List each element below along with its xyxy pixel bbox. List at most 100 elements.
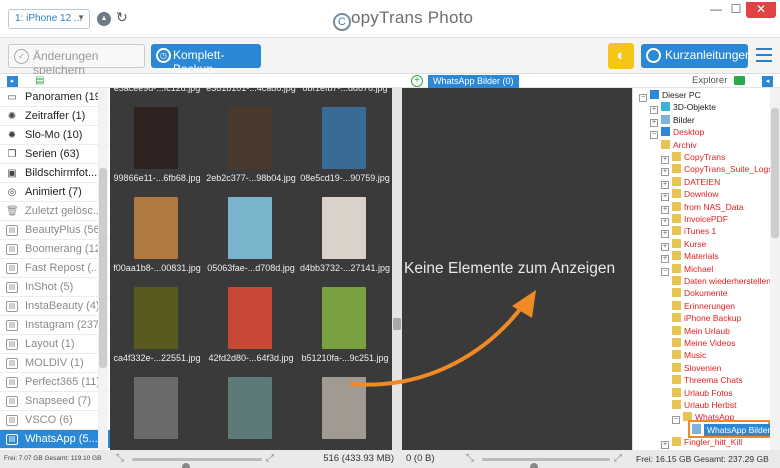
sidebar-item-album[interactable]: ▤ WhatsApp (5... — [0, 430, 110, 449]
sidebar-item-album[interactable]: ▤ InShot (5) — [0, 278, 110, 297]
tree-item[interactable]: + Bilder — [650, 114, 695, 127]
photo-thumbnail[interactable] — [228, 287, 272, 349]
folder-icon[interactable] — [734, 76, 745, 85]
photo-thumbnail[interactable] — [322, 107, 366, 169]
sidebar-item-album[interactable]: ❐ Serien (63) — [0, 145, 110, 164]
photo-tile[interactable] — [298, 373, 392, 450]
tree-item[interactable]: + Kurse — [661, 238, 706, 251]
collapse-left-icon[interactable]: ▸ — [7, 76, 18, 87]
sidebar-item-album[interactable]: ▤ Snapseed (7) — [0, 392, 110, 411]
photo-tile[interactable]: 2eb2c377-...98b04.jpg — [204, 103, 298, 193]
tree-item[interactable]: Archiv — [661, 139, 697, 151]
photo-thumbnail[interactable] — [322, 197, 366, 259]
lightbulb-button[interactable]: ◐ — [608, 43, 634, 69]
photo-tile[interactable] — [110, 373, 204, 450]
photo-tile[interactable]: 8bf1efb7-...dd676.jpg — [298, 88, 392, 103]
scrollbar-thumb[interactable] — [771, 108, 779, 238]
photo-thumbnail[interactable] — [134, 107, 178, 169]
slider-knob[interactable] — [530, 463, 538, 468]
shrink-icon[interactable]: ⤡ — [466, 453, 474, 464]
tree-item[interactable]: Threema Chats — [672, 374, 743, 386]
expand-icon[interactable]: + — [661, 441, 669, 450]
photo-thumbnail[interactable] — [322, 287, 366, 349]
photo-tile[interactable]: 08e5cd19-...90759.jpg — [298, 103, 392, 193]
sidebar-item-album[interactable]: ▤ InstaBeauty (4) — [0, 297, 110, 316]
tree-item[interactable]: + Materials — [661, 250, 718, 264]
sidebar-item-album[interactable]: ✺ Zeitraffer (1) — [0, 107, 110, 126]
refresh-icon[interactable]: ↻ — [116, 9, 128, 26]
tree-item[interactable]: + Downlow — [661, 188, 719, 202]
sidebar-item-album[interactable]: ▤ Layout (1) — [0, 335, 110, 354]
tree-item[interactable]: Urlaub Fotos — [672, 387, 733, 399]
minimize-button[interactable]: — — [706, 2, 726, 18]
device-selector[interactable]: 1: iPhone 12 ... ▼ — [8, 9, 90, 29]
tree-item[interactable]: Daten wiederherstellen — [672, 275, 771, 287]
tree-item[interactable]: + InvoicePDF — [661, 213, 728, 226]
sidebar-item-album[interactable]: ▭ Panoramen (19) — [0, 88, 110, 107]
tree-item[interactable]: +3D-Objekte — [650, 101, 716, 115]
sidebar-item-album[interactable]: ▤ Fast Repost (... — [0, 259, 110, 278]
photo-tile[interactable]: d4bb3732-...27141.jpg — [298, 193, 392, 283]
tree-item[interactable]: − Michael — [661, 263, 713, 276]
sidebar-item-album[interactable]: ▤ BeautyPlus (56) — [0, 221, 110, 240]
collapse-icon[interactable]: − — [650, 131, 658, 140]
collapse-right-icon[interactable]: ◂ — [762, 76, 773, 87]
photo-tile[interactable]: 99866e11-...6fb68.jpg — [110, 103, 204, 193]
photo-thumbnail[interactable] — [228, 107, 272, 169]
tree-item[interactable]: + CopyTrans — [661, 151, 725, 164]
tree-item[interactable]: Music — [672, 349, 706, 361]
photo-tile[interactable]: ca4f332e-...22551.jpg — [110, 283, 204, 373]
thumbnail-size-slider[interactable] — [132, 458, 262, 468]
tree-item[interactable]: + iTunes 1 — [661, 225, 716, 239]
sidebar-item-album[interactable]: ✹ Slo-Mo (10) — [0, 126, 110, 145]
tree-item[interactable]: + DATEIEN — [661, 176, 720, 189]
album-list-scrollbar[interactable] — [98, 88, 108, 450]
add-icon[interactable]: + — [411, 75, 423, 87]
collapse-icon[interactable]: − — [672, 416, 680, 425]
shrink-icon[interactable]: ⤡ — [116, 453, 124, 464]
photo-thumbnail[interactable] — [134, 287, 178, 349]
tab-whatsapp-bilder[interactable]: WhatsApp Bilder (0) — [428, 75, 519, 88]
tree-item[interactable]: Dokumente — [672, 287, 727, 299]
thumbnail-size-slider[interactable] — [482, 458, 610, 468]
expand-icon[interactable]: ⤢ — [266, 453, 274, 464]
expand-icon[interactable]: ⤢ — [614, 453, 622, 464]
photo-thumbnail[interactable] — [322, 377, 366, 439]
hamburger-menu-icon[interactable] — [756, 48, 772, 64]
photo-tile[interactable]: 42fd2d80-...64f3d.jpg — [204, 283, 298, 373]
photo-tile[interactable]: b51210fa-...9c251.jpg — [298, 283, 392, 373]
photo-thumbnail[interactable] — [228, 377, 272, 439]
photo-thumbnail[interactable] — [134, 197, 178, 259]
photo-tile[interactable]: 05063fae-...d708d.jpg — [204, 193, 298, 283]
collapse-icon[interactable]: − — [639, 94, 647, 102]
sidebar-item-album[interactable]: ▣ Bildschirmfot... — [0, 164, 110, 183]
tree-item-whatsapp-bilder[interactable]: WhatsApp Bilder — [688, 420, 774, 438]
sidebar-item-album[interactable]: ▤ Perfect365 (11) — [0, 373, 110, 392]
tree-item[interactable]: Slovenien — [672, 362, 721, 374]
collapse-icon[interactable]: − — [661, 267, 669, 276]
tree-item[interactable]: Mein Urlaub — [672, 325, 730, 337]
tree-item[interactable]: Meine Videos — [672, 337, 735, 349]
sidebar-item-album[interactable]: ▤ Instagram (237) — [0, 316, 110, 335]
scrollbar-thumb[interactable] — [99, 168, 107, 368]
full-backup-button[interactable]: ◷ Komplett-Backup — [151, 44, 261, 76]
sidebar-item-album[interactable]: ▤ VSCO (6) — [0, 411, 110, 430]
close-button[interactable]: ✕ — [746, 2, 776, 18]
sidebar-item-album[interactable]: ▤ MOLDIV (1) — [0, 354, 110, 373]
tree-item[interactable]: + from NAS_Data — [661, 201, 744, 214]
tree-item[interactable]: Erinnerungen — [672, 300, 735, 312]
eject-icon[interactable]: ▲ — [97, 12, 111, 26]
sidebar-item-album[interactable]: ◎ Animiert (7) — [0, 183, 110, 202]
tree-item[interactable]: + CopyTrans_Suite_Logs — [661, 163, 773, 177]
maximize-button[interactable]: ☐ — [726, 2, 746, 18]
photo-tile[interactable] — [204, 373, 298, 450]
slider-knob[interactable] — [182, 463, 190, 468]
tree-item[interactable]: Urlaub Herbst — [672, 399, 736, 411]
photo-tile[interactable]: e381b101-...4cad6.jpg — [204, 88, 298, 103]
photo-thumbnail[interactable] — [228, 197, 272, 259]
photo-tile[interactable]: f00aa1b8-...00831.jpg — [110, 193, 204, 283]
photo-grid-scrollbar[interactable] — [392, 88, 402, 450]
tree-item[interactable]: iPhone Backup — [672, 312, 741, 324]
new-album-icon[interactable]: ▤ — [35, 75, 47, 86]
tree-item[interactable]: − Dieser PC — [639, 89, 701, 102]
